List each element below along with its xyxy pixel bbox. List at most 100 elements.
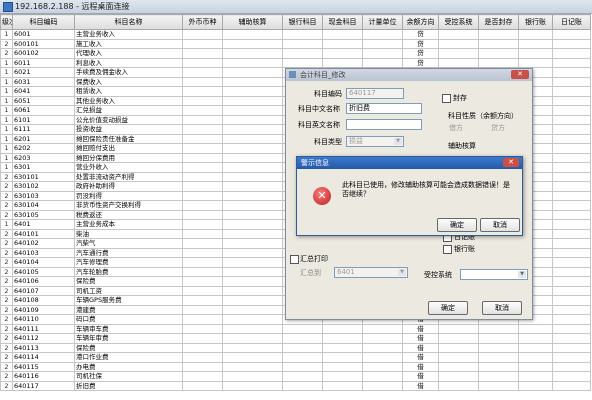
- table-cell: [438, 333, 479, 344]
- name-cell: 摊回分保费用: [74, 152, 183, 163]
- name-cell: 码口费: [74, 314, 183, 325]
- level-cell: 1: [0, 105, 13, 116]
- table-cell: [552, 342, 591, 353]
- name-cell: 其他业务收入: [74, 95, 183, 106]
- table-row[interactable]: 1 6001 主营业务收入 贷: [0, 29, 591, 40]
- table-cell: [182, 48, 223, 59]
- table-row[interactable]: 2 640114 港口作业费 借: [0, 352, 591, 363]
- nature-credit-radio[interactable]: 贷方: [491, 123, 505, 133]
- table-row[interactable]: 1 6011 利息收入 贷: [0, 57, 591, 68]
- summary-to-select[interactable]: 6401 ▼: [334, 267, 408, 278]
- table-cell: [182, 380, 223, 391]
- code-field[interactable]: 640117: [346, 88, 404, 99]
- table-cell: [182, 190, 223, 201]
- table-cell: [518, 380, 553, 391]
- close-icon[interactable]: ✕: [503, 158, 519, 167]
- table-row[interactable]: 2 640113 保险费 借: [0, 342, 591, 353]
- column-header[interactable]: 科目名称: [74, 14, 183, 30]
- sealed-checkbox[interactable]: [442, 94, 451, 103]
- type-select[interactable]: 损益 ▼: [346, 136, 404, 147]
- table-row[interactable]: 2 600102 代理收入 贷: [0, 48, 591, 59]
- table-cell: [222, 86, 283, 97]
- table-cell: [552, 190, 591, 201]
- table-cell: [438, 323, 479, 334]
- table-cell: [552, 352, 591, 363]
- table-row[interactable]: 2 640112 车辆年审费 借: [0, 333, 591, 344]
- controlled-select[interactable]: ▼: [460, 269, 528, 280]
- table-cell: [222, 48, 283, 59]
- table-cell: [552, 276, 591, 287]
- table-cell: [322, 352, 363, 363]
- table-cell: [182, 124, 223, 135]
- column-header[interactable]: 银行账: [518, 14, 553, 30]
- alert-cancel-button[interactable]: 取消: [480, 218, 520, 232]
- column-header[interactable]: 科目编码: [12, 14, 75, 30]
- table-cell: [182, 57, 223, 68]
- table-cell: [438, 38, 479, 49]
- table-row[interactable]: 2 640111 车辆审车费 借: [0, 323, 591, 334]
- column-header[interactable]: 余额方向: [402, 14, 439, 30]
- table-cell: [222, 57, 283, 68]
- column-header[interactable]: 现金科目: [322, 14, 363, 30]
- table-cell: [182, 95, 223, 106]
- table-cell: [182, 266, 223, 277]
- table-cell: [182, 152, 223, 163]
- direction-cell: 贷: [402, 48, 439, 59]
- warning-dialog: 警示信息 ✕ ✕ 此科目已使用，修改辅助核算可能会造成数据错误！是否继续？ 确定…: [296, 156, 523, 236]
- table-cell: [552, 219, 591, 230]
- bank-checkbox[interactable]: [443, 245, 452, 254]
- name-cn-field[interactable]: 折旧费: [346, 103, 422, 114]
- code-cell: 6011: [12, 57, 75, 68]
- table-row[interactable]: 2 640115 办电费 借: [0, 361, 591, 372]
- name-en-field[interactable]: [346, 119, 422, 130]
- dialog-ok-button[interactable]: 确定: [428, 301, 468, 315]
- table-cell: [478, 48, 519, 59]
- table-row[interactable]: 2 640117 折旧费 借: [0, 380, 591, 391]
- level-cell: 2: [0, 190, 13, 201]
- table-cell: [552, 333, 591, 344]
- table-cell: [322, 361, 363, 372]
- table-cell: [182, 76, 223, 87]
- table-row[interactable]: 2 640116 司机社保 借: [0, 371, 591, 382]
- level-cell: 2: [0, 304, 13, 315]
- dialog-cancel-button[interactable]: 取消: [482, 301, 522, 315]
- code-cell: 6021: [12, 67, 75, 78]
- table-cell: [182, 295, 223, 306]
- column-header[interactable]: 银行科目: [282, 14, 323, 30]
- table-cell: [518, 342, 553, 353]
- column-header[interactable]: 外币币种: [182, 14, 223, 30]
- level-cell: 1: [0, 124, 13, 135]
- table-cell: [552, 105, 591, 116]
- code-cell: 640110: [12, 314, 75, 325]
- name-cell: 手续费及佣金收入: [74, 67, 183, 78]
- column-header[interactable]: 日记账: [552, 14, 591, 30]
- table-cell: [438, 48, 479, 59]
- name-cell: 汽车轮胎费: [74, 266, 183, 277]
- summary-print-checkbox[interactable]: [290, 255, 299, 264]
- table-cell: [322, 29, 363, 40]
- column-header[interactable]: 辅助核算: [222, 14, 283, 30]
- level-cell: 1: [0, 57, 13, 68]
- table-row[interactable]: 2 600101 施工收入 贷: [0, 38, 591, 49]
- name-cell: 车辆GPS服务费: [74, 295, 183, 306]
- table-cell: [222, 304, 283, 315]
- level-cell: 2: [0, 200, 13, 211]
- column-header[interactable]: 级次: [0, 14, 13, 30]
- column-header[interactable]: 计量单位: [362, 14, 403, 30]
- name-cell: 保险费: [74, 276, 183, 287]
- column-header[interactable]: 受控系统: [438, 14, 479, 30]
- grid-header: 级次科目编码科目名称外币币种辅助核算银行科目现金科目计量单位余额方向受控系统是否…: [0, 14, 591, 30]
- table-cell: [552, 124, 591, 135]
- close-icon[interactable]: ✕: [511, 70, 529, 79]
- code-cell: 6111: [12, 124, 75, 135]
- table-cell: [182, 105, 223, 116]
- column-header[interactable]: 是否封存: [478, 14, 519, 30]
- alert-ok-button[interactable]: 确定: [437, 218, 477, 232]
- alert-title: 警示信息: [301, 159, 329, 167]
- table-cell: [518, 38, 553, 49]
- dialog-title: 会计科目_修改: [300, 71, 346, 79]
- nature-debit-radio[interactable]: 借方: [449, 123, 463, 133]
- direction-cell: 借: [402, 371, 439, 382]
- table-cell: [222, 209, 283, 220]
- table-cell: [182, 38, 223, 49]
